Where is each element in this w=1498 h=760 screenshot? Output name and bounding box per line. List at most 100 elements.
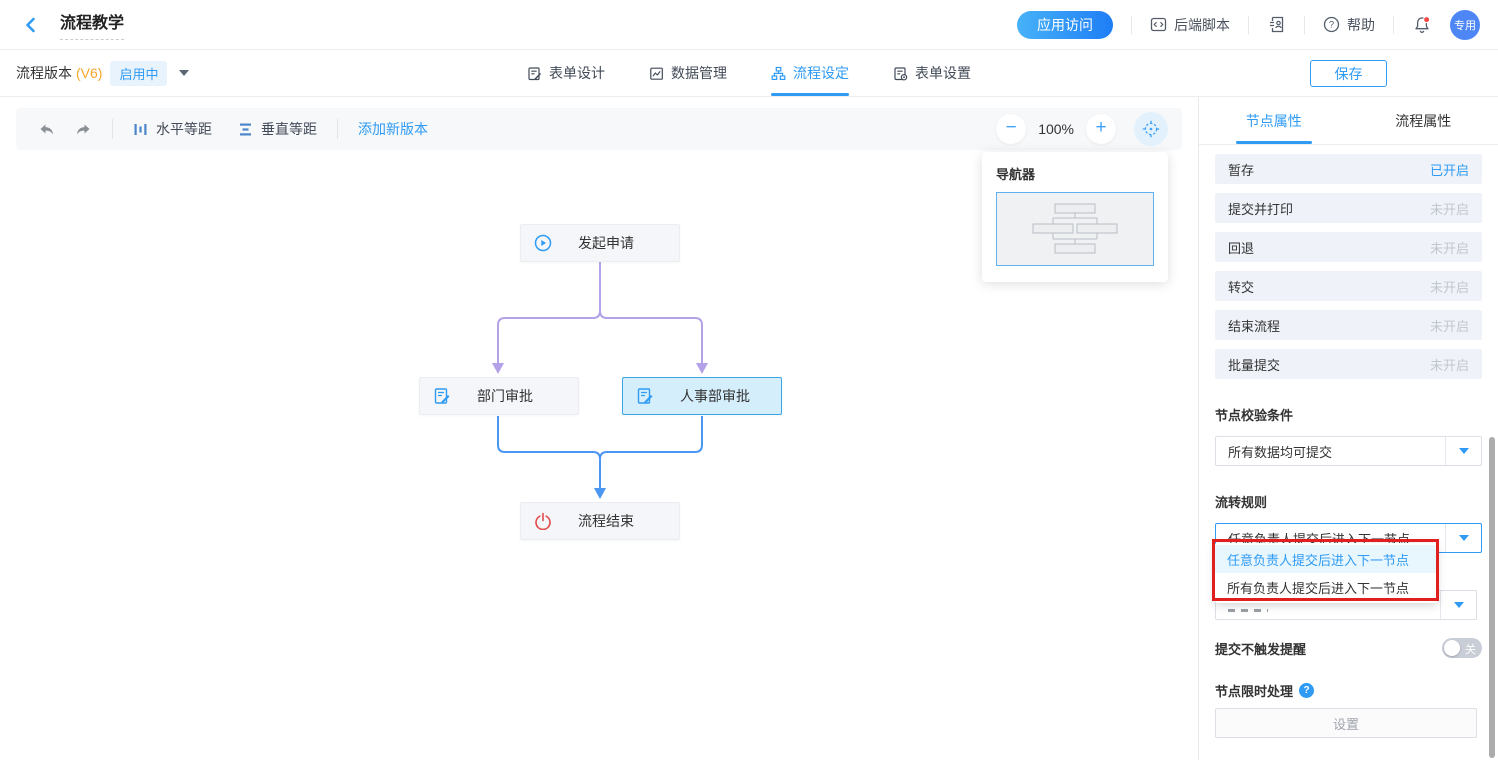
horizontal-spacing-icon: [133, 122, 148, 137]
tab-form-design[interactable]: 表单设计: [527, 50, 605, 96]
vertical-spacing-button[interactable]: 垂直等距: [238, 119, 317, 139]
flow-node-dept-approval[interactable]: 部门审批: [419, 377, 579, 415]
row-label: 回退: [1228, 238, 1254, 257]
tab-label: 流程设定: [793, 63, 849, 83]
select-caret-cell: [1445, 524, 1481, 552]
divider: [1131, 16, 1132, 34]
row-batch-submit[interactable]: 批量提交 未开启: [1215, 349, 1482, 379]
form-design-icon: [527, 66, 542, 81]
back-button[interactable]: [22, 16, 40, 34]
chevron-left-icon: [22, 16, 40, 34]
row-label: 批量提交: [1228, 355, 1280, 374]
undo-button[interactable]: [38, 121, 55, 138]
header-actions: 应用访问 后端脚本: [1017, 10, 1480, 40]
time-limit-settings-button[interactable]: 设置: [1215, 708, 1477, 738]
row-end-flow[interactable]: 结束流程 未开启: [1215, 310, 1482, 340]
row-rollback[interactable]: 回退 未开启: [1215, 232, 1482, 262]
dropdown-option-any-owner[interactable]: 任意负责人提交后进入下一节点: [1215, 545, 1437, 573]
data-management-icon: [649, 66, 664, 81]
time-limit-row: 节点限时处理 ?: [1215, 681, 1314, 700]
backend-script-button[interactable]: 后端脚本: [1150, 15, 1230, 35]
fit-view-button[interactable]: [1134, 112, 1168, 146]
help-label: 帮助: [1347, 15, 1375, 35]
flow-node-end[interactable]: 流程结束: [520, 502, 680, 540]
help-button[interactable]: ? 帮助: [1323, 15, 1375, 35]
tab-label: 数据管理: [671, 63, 727, 83]
question-circle-icon: ?: [1323, 16, 1340, 33]
flow-setting-icon: [771, 66, 786, 81]
row-transfer[interactable]: 转交 未开启: [1215, 271, 1482, 301]
node-label: 发起申请: [578, 233, 634, 253]
redo-icon: [75, 121, 92, 138]
page-title[interactable]: 流程教学: [60, 9, 124, 40]
crosshair-icon: [1142, 120, 1160, 138]
user-avatar[interactable]: 专用: [1450, 10, 1480, 40]
tab-form-settings[interactable]: 表单设置: [893, 50, 971, 96]
tab-flow-properties[interactable]: 流程属性: [1349, 97, 1498, 144]
horizontal-spacing-button[interactable]: 水平等距: [133, 119, 212, 139]
divider: [1304, 16, 1305, 34]
edit-doc-icon: [433, 387, 451, 405]
notifications-button[interactable]: [1412, 15, 1432, 35]
redo-button[interactable]: [75, 121, 92, 138]
flow-node-hr-approval[interactable]: 人事部审批: [622, 377, 782, 415]
status-badge: 启用中: [110, 61, 167, 86]
row-label: 结束流程: [1228, 316, 1280, 335]
flow-node-start[interactable]: 发起申请: [520, 224, 680, 262]
select-caret-cell: [1440, 591, 1476, 619]
chevron-down-icon: [1459, 535, 1469, 541]
help-circle-icon[interactable]: ?: [1299, 683, 1314, 698]
clipped-text: [1228, 609, 1268, 612]
save-button[interactable]: 保存: [1310, 60, 1387, 87]
form-settings-icon: [893, 66, 908, 81]
version-tag: (V6): [76, 65, 102, 81]
version-bar: 流程版本 (V6) 启用中 表单设计 数据管理: [0, 50, 1498, 97]
navigator-minimap[interactable]: [996, 192, 1154, 266]
validation-select[interactable]: 所有数据均可提交: [1215, 436, 1482, 466]
navigator-title: 导航器: [996, 164, 1154, 183]
minimap-diagram: [997, 193, 1153, 265]
backend-script-label: 后端脚本: [1174, 15, 1230, 35]
vertical-spacing-label: 垂直等距: [261, 119, 317, 139]
row-value: 未开启: [1430, 355, 1469, 374]
undo-icon: [38, 121, 55, 138]
zoom-in-button[interactable]: +: [1086, 114, 1116, 144]
no-notify-toggle[interactable]: 关: [1442, 638, 1482, 658]
vertical-spacing-icon: [238, 122, 253, 137]
page-title-wrap: 流程教学: [60, 9, 124, 40]
toggle-knob: [1444, 640, 1460, 656]
no-notify-label: 提交不触发提醒: [1215, 639, 1306, 658]
toggle-state-text: 关: [1465, 641, 1476, 657]
node-label: 人事部审批: [680, 386, 750, 406]
row-value: 已开启: [1430, 160, 1469, 179]
chevron-down-icon: [1459, 448, 1469, 454]
vertical-scrollbar[interactable]: [1489, 437, 1495, 758]
row-value: 未开启: [1430, 316, 1469, 335]
no-notify-row: 提交不触发提醒 关: [1215, 638, 1482, 658]
flow-canvas[interactable]: 水平等距 垂直等距 添加新版本 − 100% +: [0, 97, 1198, 760]
app-access-button[interactable]: 应用访问: [1017, 11, 1113, 39]
switch-rows: 暂存 已开启 提交并打印 未开启 回退 未开启 转交 未开启 结束流程 未开启 …: [1215, 154, 1482, 379]
navigator-popup: 导航器: [982, 152, 1168, 282]
row-value: 未开启: [1430, 277, 1469, 296]
version-selector[interactable]: 流程版本 (V6) 启用中: [16, 50, 189, 96]
dropdown-option-all-owners[interactable]: 所有负责人提交后进入下一节点: [1215, 573, 1437, 601]
row-submit-print[interactable]: 提交并打印 未开启: [1215, 193, 1482, 223]
tab-label: 表单设置: [915, 63, 971, 83]
row-save-draft[interactable]: 暂存 已开启: [1215, 154, 1482, 184]
tab-flow-setting[interactable]: 流程设定: [771, 50, 849, 96]
zoom-out-button[interactable]: −: [996, 114, 1026, 144]
flow-rule-dropdown: 任意负责人提交后进入下一节点 所有负责人提交后进入下一节点: [1215, 543, 1437, 603]
properties-tabs: 节点属性 流程属性: [1199, 97, 1498, 145]
chevron-down-icon[interactable]: [179, 70, 189, 76]
tab-label: 表单设计: [549, 63, 605, 83]
play-icon: [534, 234, 552, 252]
audit-log-button[interactable]: [1267, 15, 1286, 34]
flow-rule-label: 流转规则: [1215, 492, 1482, 511]
tab-data-management[interactable]: 数据管理: [649, 50, 727, 96]
node-label: 部门审批: [477, 386, 533, 406]
divider: [337, 119, 338, 139]
tab-node-properties[interactable]: 节点属性: [1199, 97, 1349, 144]
add-new-version-link[interactable]: 添加新版本: [358, 119, 428, 139]
code-icon: [1150, 16, 1167, 33]
